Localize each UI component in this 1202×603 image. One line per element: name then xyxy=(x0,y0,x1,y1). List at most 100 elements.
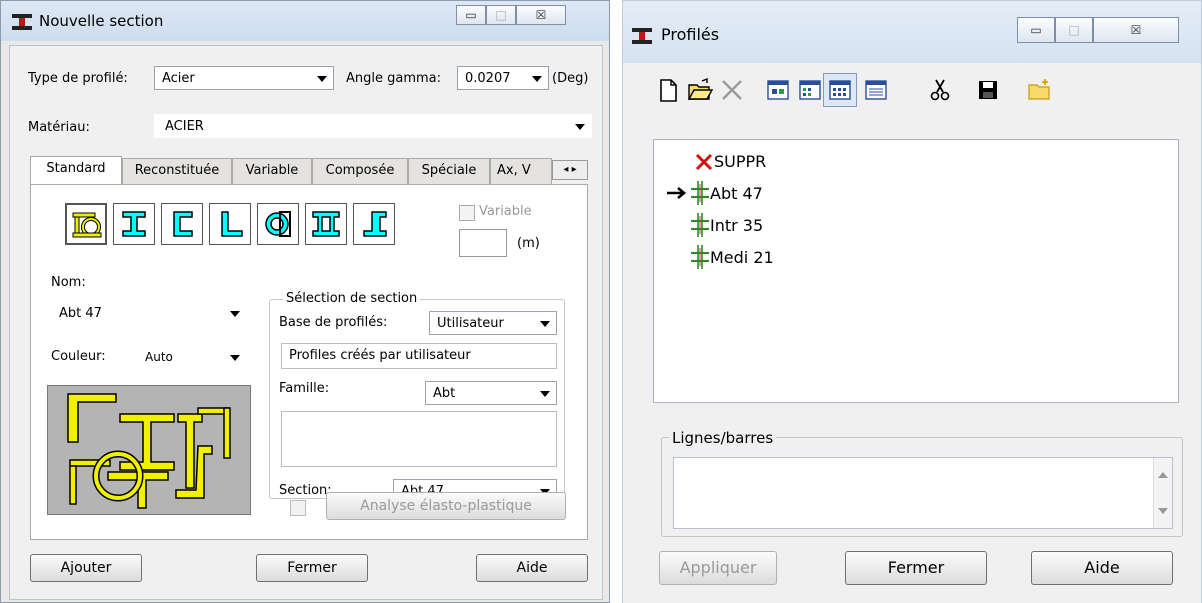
tab-reconstituee[interactable]: Reconstituée xyxy=(122,158,232,184)
lines-bars-label: Lignes/barres xyxy=(669,429,777,447)
chevron-down-icon xyxy=(532,76,542,82)
nom-select[interactable]: Abt 47 xyxy=(51,301,247,325)
chevron-down-icon xyxy=(317,76,327,82)
angle-icon[interactable] xyxy=(209,203,251,245)
tree-item-intr-35[interactable]: Intr 35 xyxy=(710,216,763,235)
view-list-icon xyxy=(829,80,851,100)
fermer-button[interactable]: Fermer xyxy=(256,554,368,582)
scroll-up-icon[interactable] xyxy=(1158,472,1168,478)
delete-x-icon xyxy=(695,153,713,171)
title-bar[interactable]: Nouvelle section ▭ □ ☒ xyxy=(1,1,609,41)
variable-checkbox-label: Variable xyxy=(479,204,532,219)
profile-type-buttons xyxy=(65,203,445,245)
section-preview-graphic xyxy=(67,393,231,509)
analyse-elasto-plastique-button[interactable]: Analyse élasto-plastique xyxy=(326,492,566,520)
section-tab-control: Standard Reconstituée Variable Composée … xyxy=(28,156,592,542)
steel-i-beam-icon xyxy=(632,28,652,44)
famille-label: Famille: xyxy=(279,381,330,396)
view-small-icons-icon[interactable] xyxy=(797,77,823,103)
toolbar xyxy=(655,73,1175,107)
maximize-button[interactable]: □ xyxy=(1055,17,1093,43)
scrollbar[interactable] xyxy=(1153,458,1172,528)
selected-arrow-icon xyxy=(667,187,687,199)
famille-list[interactable] xyxy=(281,411,557,467)
cut-icon[interactable] xyxy=(927,77,953,103)
view-large-icons-icon[interactable] xyxy=(765,77,791,103)
close-button[interactable]: ☒ xyxy=(516,5,566,25)
profiles-tree[interactable]: SUPPR Abt 47 Intr 35 Medi 21 xyxy=(653,139,1179,403)
section-label: Section: xyxy=(279,483,332,498)
profiles-window: Profilés ▭ □ ☒ SUPPR Abt 47 Intr 35 Medi… xyxy=(622,0,1202,603)
selection-group-label: Sélection de section xyxy=(283,291,421,306)
maximize-button[interactable]: □ xyxy=(486,5,516,25)
chevron-down-icon xyxy=(540,321,550,327)
ajouter-button[interactable]: Ajouter xyxy=(30,554,142,582)
variable-unit-label: (m) xyxy=(517,236,540,251)
type-profile-label: Type de profilé: xyxy=(28,71,128,86)
material-select[interactable]: ACIER xyxy=(154,114,592,138)
profile-section-icon xyxy=(691,213,709,237)
famille-select[interactable]: Abt xyxy=(425,381,557,405)
type-profile-select[interactable]: Acier xyxy=(154,66,334,90)
variable-checkbox[interactable] xyxy=(459,205,475,221)
new-folder-icon[interactable] xyxy=(1027,77,1053,103)
couleur-select[interactable]: Auto xyxy=(137,345,247,369)
base-profiles-label: Base de profilés: xyxy=(279,315,388,330)
tab-ax-v[interactable]: Ax, V xyxy=(490,158,552,184)
lines-bars-input[interactable] xyxy=(673,457,1173,529)
minimize-button[interactable]: ▭ xyxy=(1017,17,1055,43)
close-button[interactable]: ☒ xyxy=(1093,17,1179,43)
couleur-label: Couleur: xyxy=(51,349,106,364)
chevron-down-icon xyxy=(230,355,240,361)
window-title: Nouvelle section xyxy=(39,12,164,30)
title-bar[interactable]: Profilés ▭ □ ☒ xyxy=(623,1,1201,63)
profile-section-icon xyxy=(691,181,709,205)
chevron-down-icon xyxy=(540,391,550,397)
chevron-down-icon xyxy=(230,311,240,317)
appliquer-button[interactable]: Appliquer xyxy=(659,551,777,585)
new-document-icon[interactable] xyxy=(655,77,681,103)
tab-speciale[interactable]: Spéciale xyxy=(408,158,490,184)
save-icon[interactable] xyxy=(975,77,1001,103)
tube-icon[interactable] xyxy=(257,203,299,245)
nom-label: Nom: xyxy=(51,275,86,290)
aide-button[interactable]: Aide xyxy=(476,554,588,582)
chevron-down-icon xyxy=(575,124,585,130)
tab-standard[interactable]: Standard xyxy=(30,156,122,184)
section-preview xyxy=(47,385,251,515)
minimize-button[interactable]: ▭ xyxy=(456,5,486,25)
channel-icon[interactable] xyxy=(161,203,203,245)
delete-x-icon[interactable] xyxy=(719,77,745,103)
tab-scroll-buttons[interactable]: ◂ ▸ xyxy=(552,160,588,180)
aide-button[interactable]: Aide xyxy=(1031,551,1173,585)
variable-length-input[interactable] xyxy=(459,229,507,257)
tree-item-suppr[interactable]: SUPPR xyxy=(714,152,766,171)
angle-gamma-label: Angle gamma: xyxy=(346,71,442,86)
dialog-client-area: SUPPR Abt 47 Intr 35 Medi 21 Lignes/barr… xyxy=(623,63,1201,603)
double-i-icon[interactable] xyxy=(305,203,347,245)
view-list-button-pressed[interactable] xyxy=(823,73,857,107)
profile-section-icon xyxy=(691,245,709,269)
tee-icon[interactable] xyxy=(353,203,395,245)
open-folder-icon[interactable] xyxy=(687,77,713,103)
base-description-field: Profiles créés par utilisateur xyxy=(281,343,557,369)
tree-item-abt-47[interactable]: Abt 47 xyxy=(710,184,763,203)
fermer-button[interactable]: Fermer xyxy=(845,551,987,585)
tab-panel-standard: Variable (m) Nom: Abt 47 Couleur: Auto S… xyxy=(30,184,588,540)
material-label: Matériau: xyxy=(28,120,90,135)
view-details-icon[interactable] xyxy=(863,77,889,103)
tree-item-medi-21[interactable]: Medi 21 xyxy=(710,248,774,267)
analyse-checkbox[interactable] xyxy=(290,500,306,516)
dialog-client-area: Type de profilé: Acier Angle gamma: 0.02… xyxy=(9,45,603,600)
tab-composee[interactable]: Composée xyxy=(312,158,408,184)
angle-unit-label: (Deg) xyxy=(552,71,589,86)
tab-variable[interactable]: Variable xyxy=(232,158,312,184)
scroll-down-icon[interactable] xyxy=(1158,508,1168,514)
steel-i-beam-icon xyxy=(12,14,32,30)
new-section-window: Nouvelle section ▭ □ ☒ Type de profilé: … xyxy=(0,0,610,603)
i-beam-icon[interactable] xyxy=(113,203,155,245)
double-profile-icon[interactable] xyxy=(65,203,107,245)
angle-gamma-select[interactable]: 0.0207 xyxy=(457,66,549,90)
window-title: Profilés xyxy=(661,25,720,44)
base-profiles-select[interactable]: Utilisateur xyxy=(429,311,557,335)
